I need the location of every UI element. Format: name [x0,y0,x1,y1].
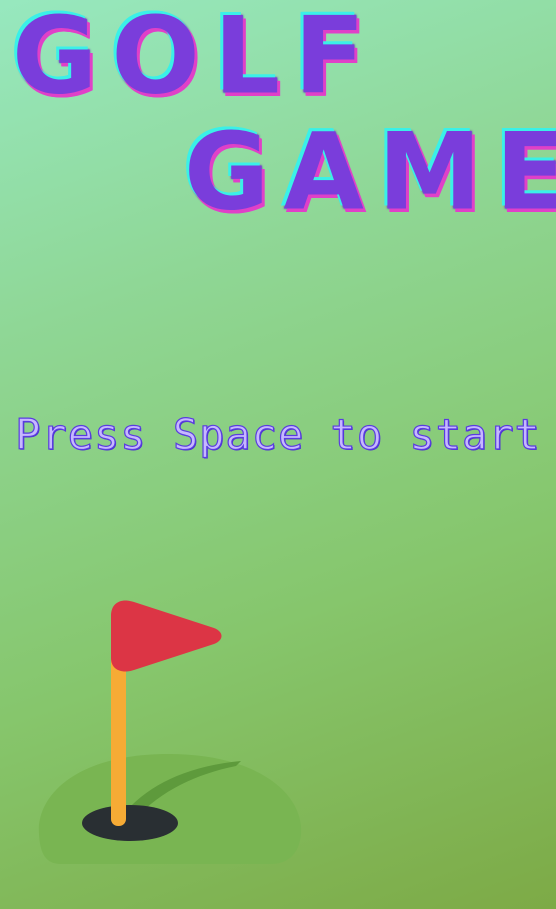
start-prompt: Press Space to start [15,409,541,459]
game-title-line-2: GAME [184,109,556,235]
game-title-line-1: GOLF [12,0,380,119]
putting-green-mound [38,754,302,864]
golf-flag-in-hole-icon [36,596,306,866]
red-flag [111,600,222,672]
golf-hole [82,805,178,841]
